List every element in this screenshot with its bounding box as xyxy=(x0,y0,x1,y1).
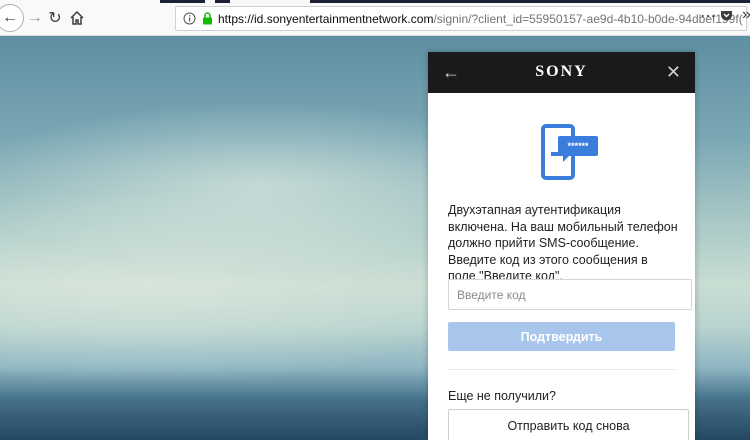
info-icon[interactable] xyxy=(183,12,196,25)
home-icon[interactable] xyxy=(66,7,88,29)
url-host: https://id.sonyentertainmentnetwork.com xyxy=(218,11,434,26)
lock-icon[interactable] xyxy=(202,12,213,25)
back-icon[interactable]: ← xyxy=(0,4,24,32)
resend-code-button[interactable]: Отправить код снова xyxy=(448,409,689,440)
two-factor-dialog: ← SONY ✕ ****** Двухэтапная аутентификац… xyxy=(428,52,695,440)
phone-sms-icon: ****** xyxy=(541,124,601,180)
tab-strip-edge xyxy=(0,0,750,3)
confirm-button[interactable]: Подтвердить xyxy=(448,322,675,351)
forward-icon[interactable]: → xyxy=(24,7,46,29)
more-icon[interactable]: ⋯ xyxy=(700,6,716,26)
reload-icon[interactable]: ↻ xyxy=(44,7,66,29)
browser-toolbar: ← → ↻ https://id.sonyentertainmentnetwor… xyxy=(0,0,750,36)
sms-mask: ****** xyxy=(567,141,589,151)
not-received-label: Еще не получили? xyxy=(448,389,556,403)
url-path: /signin/?client_id=55950157-ae9d-4b10-b0… xyxy=(433,11,743,26)
url-bar[interactable]: https://id.sonyentertainmentnetwork.com /… xyxy=(175,6,747,31)
pocket-icon[interactable] xyxy=(720,9,733,27)
sony-logo: SONY xyxy=(535,63,588,80)
divider xyxy=(448,369,675,370)
dialog-header: ← SONY ✕ xyxy=(428,52,695,93)
instructions-text: Двухэтапная аутентификация включена. На … xyxy=(448,203,678,283)
overflow-icon[interactable]: » xyxy=(742,6,750,24)
code-input[interactable] xyxy=(448,279,692,310)
close-icon[interactable]: ✕ xyxy=(666,62,681,82)
